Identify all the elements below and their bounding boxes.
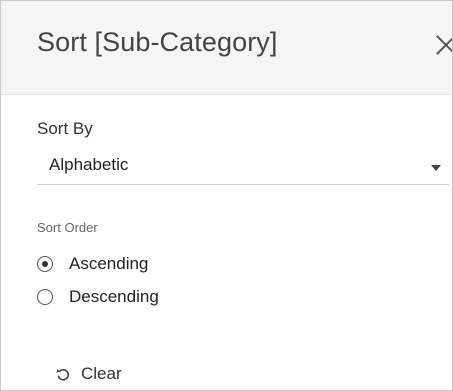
undo-icon [56,368,70,381]
dialog-title: Sort [Sub-Category] [37,27,278,57]
radio-descending-label: Descending [69,287,159,306]
close-icon[interactable] [433,33,452,59]
sort-order-label: Sort Order [37,220,98,235]
radio-ascending-control[interactable] [37,256,53,272]
radio-ascending-label: Ascending [69,254,149,273]
chevron-down-icon [431,165,441,171]
dialog-header: Sort [Sub-Category] [1,1,452,95]
sort-dialog: Sort [Sub-Category] Sort By Alphabetic S… [0,0,453,391]
clear-label: Clear [81,364,122,383]
sort-by-selected-value: Alphabetic [49,155,129,174]
sort-by-label: Sort By [37,119,93,138]
radio-descending-control[interactable] [37,289,53,305]
sort-by-dropdown[interactable]: Alphabetic [37,147,449,185]
